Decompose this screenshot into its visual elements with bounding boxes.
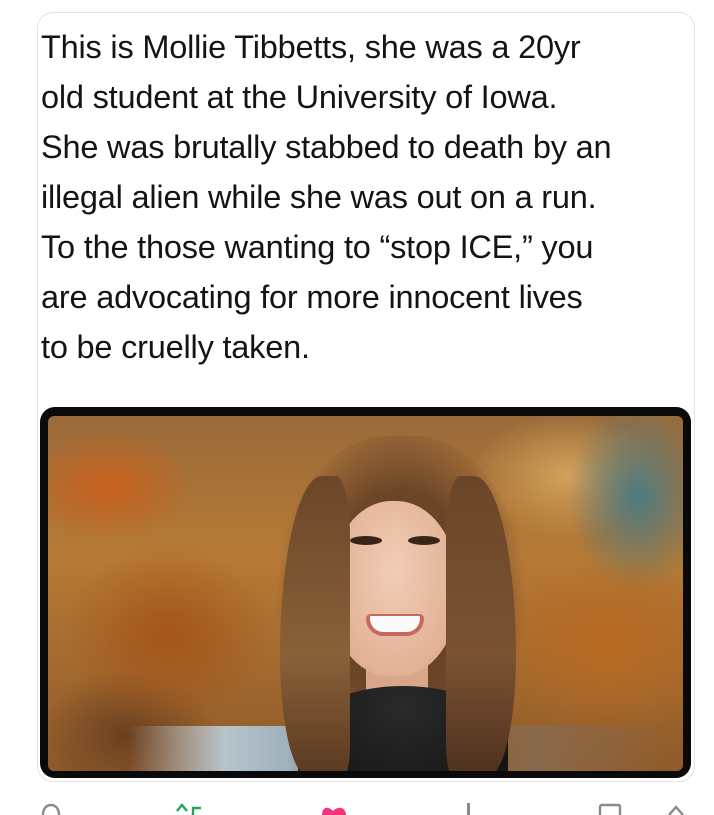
heart-icon: [322, 807, 346, 815]
smile: [366, 614, 424, 636]
reply-button[interactable]: [40, 803, 62, 815]
post-action-bar: [37, 800, 695, 815]
left-eye: [350, 536, 382, 545]
right-eye: [408, 536, 440, 545]
share-button[interactable]: [665, 803, 687, 815]
reply-icon: [41, 803, 61, 815]
repost-button[interactable]: [175, 803, 205, 815]
like-button[interactable]: [319, 803, 349, 815]
portrait-photo: [48, 416, 683, 771]
share-icon: [668, 805, 684, 815]
bookmark-icon: [598, 803, 622, 815]
views-icon: [467, 803, 470, 815]
views-button[interactable]: [463, 803, 475, 815]
post-text: This is Mollie Tibbetts, she was a 20yr …: [41, 29, 612, 365]
bookmark-button[interactable]: [597, 803, 623, 815]
repost-icon: [176, 803, 201, 815]
post-image[interactable]: [40, 407, 691, 778]
